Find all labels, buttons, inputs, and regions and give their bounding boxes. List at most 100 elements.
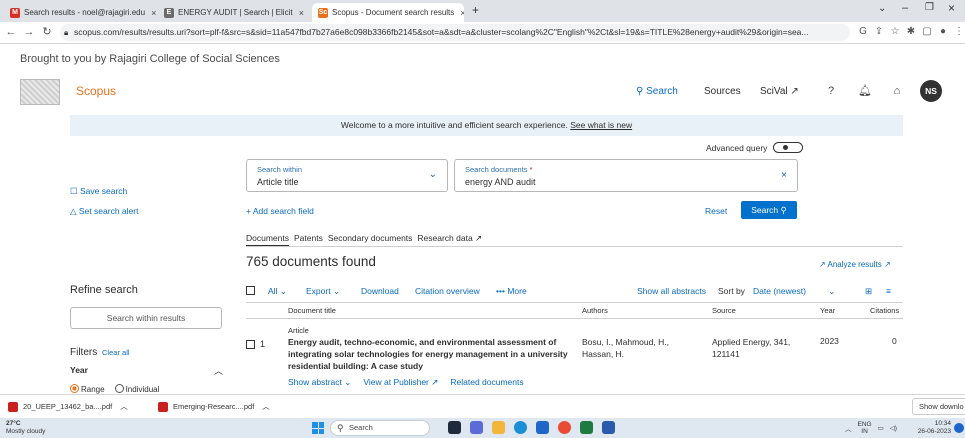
reset-button[interactable]: Reset [705,206,727,216]
search-documents-input[interactable]: Search documents * energy AND audit × [454,159,798,192]
extensions-icon[interactable]: ✱ [904,25,918,39]
citation-overview-button[interactable]: Citation overview [415,286,480,296]
close-icon[interactable]: × [293,8,304,18]
forward-icon[interactable]: → [22,25,36,39]
view-at-publisher-link[interactable]: View at Publisher ↗ [363,377,438,388]
close-window-icon[interactable]: × [948,1,955,15]
store-icon[interactable] [536,421,549,434]
profile-icon[interactable]: ● [936,25,950,39]
downloads-bar: 20_UEEP_13462_ba....pdf ︿ Emerging-Resear… [0,394,965,418]
authors[interactable]: Bosu, I., Mahmoud, H., Hassan, H. [582,336,697,360]
show-all-abstracts-button[interactable]: Show all abstracts [637,286,706,296]
tab-list-icon[interactable]: ⌄ [878,3,886,14]
tab-documents[interactable]: Documents [246,233,289,247]
show-abstract-link[interactable]: Show abstract ⌄ [288,377,351,388]
tab-research-data[interactable]: Research data ↗ [417,233,482,247]
chrome-icon[interactable] [558,421,571,434]
search-button[interactable]: Search ⚲ [741,201,797,219]
citations[interactable]: 0 [892,336,897,346]
new-tab-button[interactable]: + [472,3,479,17]
avatar[interactable]: NS [920,80,942,102]
tab-patents[interactable]: Patents [294,233,323,247]
sidepanel-icon[interactable]: ▢ [920,25,934,39]
chevron-up-icon[interactable]: ︿ [214,364,223,377]
file-explorer-icon[interactable] [492,421,505,434]
windows-start-icon[interactable] [312,422,324,434]
language-indicator[interactable]: ENG IN [858,421,872,435]
url-input[interactable]: 🔒︎ scopus.com/results/results.uri?sort=p… [60,24,850,41]
select-all-checkbox[interactable] [246,286,255,296]
close-icon[interactable]: × [145,8,156,18]
weather-widget[interactable]: 27°C Mostly cloudy [6,420,45,436]
column-header-authors[interactable]: Authors [582,306,608,315]
list-view-icon[interactable]: ≡ [886,286,891,296]
nav-scival[interactable]: SciVal ↗ [760,86,799,97]
advanced-query-toggle[interactable]: Advanced query [706,142,804,153]
row-number: 1 [260,339,266,349]
nav-sources[interactable]: Sources [704,86,741,97]
more-button[interactable]: ••• More [496,286,527,296]
download-item[interactable]: 20_UEEP_13462_ba....pdf ︿ [8,401,128,412]
save-search-link[interactable]: ☐ Save search [70,186,127,197]
clear-icon[interactable]: × [781,170,787,181]
close-icon[interactable]: × [454,8,464,18]
trend-icon: ↗ [819,260,826,269]
bell-icon[interactable]: 🔔︎ [858,84,872,98]
word-icon[interactable] [602,421,615,434]
column-header-title[interactable]: Document title [288,306,336,315]
clock[interactable]: 10:34 26-06-2023 [903,420,951,436]
source[interactable]: Applied Energy, 341, 121141 [712,336,817,360]
column-header-source[interactable]: Source [712,306,736,315]
row-checkbox[interactable] [246,340,255,350]
share-icon[interactable]: ⇪ [872,25,886,39]
export-dropdown[interactable]: Export ⌄ [306,286,340,297]
table-view-icon[interactable]: ⊞ [865,286,872,297]
institution-icon[interactable]: ⌂ [890,84,904,98]
search-within-select[interactable]: Search within Article title ⌄ [246,159,448,192]
column-header-citations[interactable]: Citations [870,306,899,315]
see-what-is-new-link[interactable]: See what is new [570,120,632,130]
chat-icon[interactable] [470,421,483,434]
tab-gmail[interactable]: M Search results - noel@rajagiri.edu × [4,3,156,22]
chevron-down-icon: ⌄ [828,286,836,296]
reload-icon[interactable]: ↻ [40,25,54,39]
sort-select[interactable]: Date (newest) ⌄ [753,286,835,297]
nav-search[interactable]: ⚲ Search [636,86,678,97]
tab-secondary-documents[interactable]: Secondary documents [328,233,413,247]
all-dropdown[interactable]: All ⌄ [268,286,287,297]
column-header-year[interactable]: Year [820,306,835,315]
show-downloads-button[interactable]: Show downlo [912,398,965,415]
network-icon[interactable]: ▭ [878,424,884,432]
bookmark-star-icon[interactable]: ☆ [888,25,902,39]
search-within-results-input[interactable]: Search within results [70,307,222,329]
menu-icon[interactable]: ⋮ [952,25,965,39]
task-view-icon[interactable] [448,421,461,434]
toggle-switch[interactable] [773,142,804,153]
back-icon[interactable]: ← [4,25,18,39]
tab-elicit[interactable]: E ENERGY AUDIT | Search | Elicit × [158,3,310,22]
document-title-link[interactable]: Energy audit, techno-economic, and envir… [288,336,573,372]
edge-icon[interactable] [514,421,527,434]
set-alert-link[interactable]: △ Set search alert [70,206,138,217]
scopus-icon: Sc [318,7,328,18]
minimize-icon[interactable]: – [902,2,908,14]
notification-icon[interactable] [954,423,964,433]
analyze-results-link[interactable]: ↗ Analyze results ↗ [819,260,891,269]
download-button[interactable]: Download [361,286,399,296]
clear-all-link[interactable]: Clear all [102,348,130,357]
taskbar: 27°C Mostly cloudy Search ︿ ENGIN ▭ ◁) 1… [0,418,965,438]
volume-icon[interactable]: ◁) [890,424,897,432]
add-search-field-button[interactable]: + Add search field [246,206,314,216]
download-item[interactable]: Emerging-Researc....pdf ︿ [158,401,270,412]
scopus-brand[interactable]: Scopus [76,84,116,98]
taskbar-search[interactable]: Search [330,420,430,436]
tab-scopus[interactable]: Sc Scopus - Document search results × [312,3,464,22]
help-icon[interactable]: ? [824,84,838,98]
radio-range[interactable]: Range [70,384,105,394]
chevron-up-icon[interactable]: ︿ [845,423,852,433]
excel-icon[interactable] [580,421,593,434]
restore-icon[interactable]: ❐ [925,2,934,13]
related-documents-link[interactable]: Related documents [450,377,523,388]
radio-individual[interactable]: Individual [114,384,159,394]
google-icon[interactable]: G [856,25,870,39]
